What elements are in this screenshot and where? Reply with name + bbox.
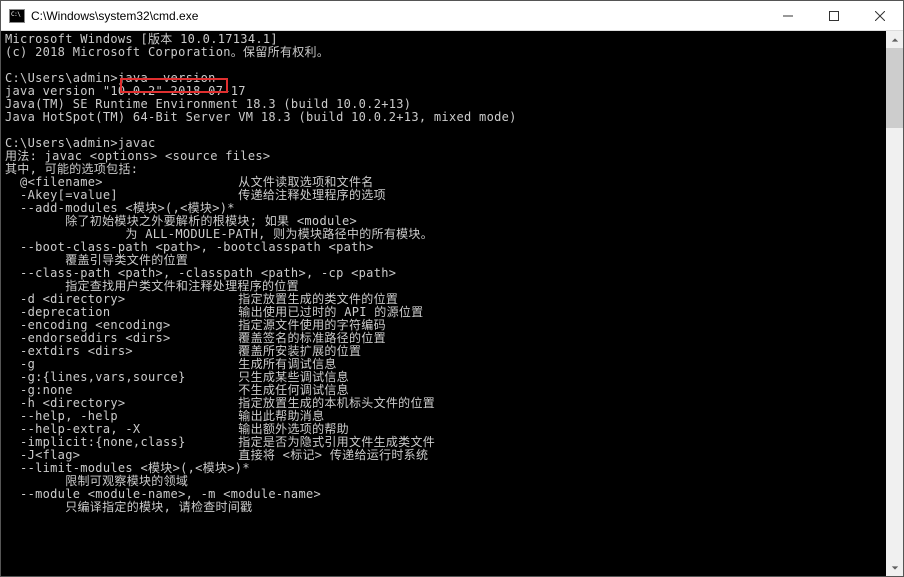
window-controls: [765, 1, 903, 30]
window-titlebar: C:\Windows\system32\cmd.exe: [1, 1, 903, 31]
vertical-scrollbar[interactable]: [886, 31, 903, 576]
close-button[interactable]: [857, 1, 903, 30]
minimize-button[interactable]: [765, 1, 811, 30]
cmd-icon: [9, 9, 25, 23]
terminal-output[interactable]: Microsoft Windows [版本 10.0.17134.1] (c) …: [1, 31, 886, 576]
scroll-up-button[interactable]: [886, 31, 903, 48]
scroll-down-button[interactable]: [886, 559, 903, 576]
terminal-area: Microsoft Windows [版本 10.0.17134.1] (c) …: [1, 31, 903, 576]
window-title: C:\Windows\system32\cmd.exe: [31, 9, 765, 23]
scroll-thumb[interactable]: [886, 48, 903, 128]
maximize-button[interactable]: [811, 1, 857, 30]
